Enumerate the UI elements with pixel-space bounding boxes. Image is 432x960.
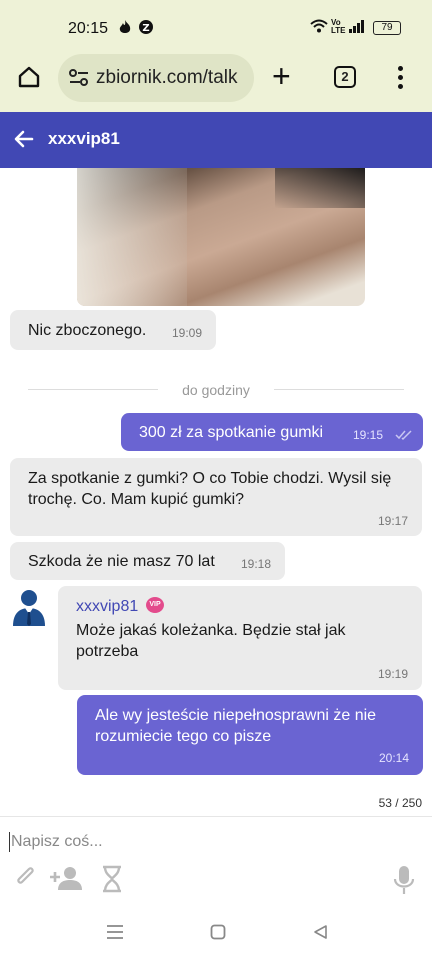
chat-header: xxxvip81 (0, 112, 432, 168)
signal-icon (348, 19, 366, 36)
hourglass-icon[interactable] (101, 865, 123, 898)
message-time: 19:09 (172, 326, 203, 340)
more-icon[interactable] (398, 66, 406, 93)
back-arrow-icon[interactable] (12, 127, 36, 156)
message-time: 19:15 (353, 428, 384, 442)
nav-menu-icon[interactable] (106, 924, 124, 945)
wifi-icon (310, 19, 328, 36)
message-incoming[interactable]: xxxvip81 VIP Może jakaś koleżanka. Będzi… (58, 586, 422, 690)
message-incoming[interactable]: Za spotkanie z gumki? O co Tobie chodzi.… (10, 458, 422, 536)
message-time: 19:17 (378, 514, 409, 528)
message-incoming[interactable]: Nic zboczonego. 19:09 (10, 310, 216, 350)
photo-shadow (275, 168, 365, 208)
message-text: Nic zboczonego. (28, 322, 147, 339)
flame-icon (116, 19, 134, 38)
message-input[interactable]: Napisz coś... (9, 832, 309, 852)
url-text[interactable]: zbiornik.com/talk (96, 67, 252, 89)
photo-shade (77, 168, 187, 306)
sender-name[interactable]: xxxvip81 (76, 596, 138, 617)
attach-icon[interactable] (14, 865, 38, 896)
message-incoming[interactable]: Szkoda że nie masz 70 lat 19:18 (10, 542, 285, 580)
microphone-icon[interactable] (392, 865, 416, 900)
add-person-icon[interactable] (48, 865, 84, 896)
message-outgoing[interactable]: 300 zł za spotkanie gumki 19:15 (121, 413, 423, 451)
message-time: 19:19 (378, 667, 409, 681)
tune-icon[interactable] (68, 68, 90, 93)
char-counter: 53 / 250 (378, 796, 422, 810)
message-text: Szkoda że nie masz 70 lat (28, 553, 215, 570)
url-bar[interactable]: zbiornik.com/talk (58, 54, 254, 102)
double-check-icon (395, 426, 413, 447)
tabs-icon[interactable]: 2 (334, 66, 356, 88)
status-bar: 20:15 Z Vo LTE 79 (0, 0, 432, 54)
status-time: 20:15 (68, 20, 109, 37)
message-composer: Napisz coś... (0, 816, 432, 904)
nav-back-icon[interactable] (312, 924, 328, 945)
message-text: Ale wy jesteście niepełnosprawni że nie … (95, 707, 377, 745)
battery-indicator: 79 (373, 21, 401, 35)
home-icon[interactable] (16, 64, 42, 90)
date-divider: do godziny (28, 382, 404, 398)
user-avatar-icon[interactable] (8, 584, 50, 626)
plus-icon[interactable]: + (272, 60, 291, 92)
divider-line (274, 389, 404, 390)
message-time: 19:18 (241, 557, 272, 571)
message-outgoing[interactable]: Ale wy jesteście niepełnosprawni że nie … (77, 695, 423, 775)
message-time: 20:14 (379, 751, 410, 765)
nav-home-icon[interactable] (210, 924, 226, 945)
message-text: 300 zł za spotkanie gumki (139, 424, 324, 441)
divider-label: do godziny (182, 382, 250, 398)
volte-icon: Vo LTE (331, 18, 346, 35)
message-text: Może jakaś koleżanka. Będzie stał jak po… (76, 622, 346, 660)
shared-photo[interactable] (77, 168, 365, 306)
message-list[interactable]: Nic zboczonego. 19:09 do godziny 300 zł … (0, 168, 432, 816)
message-text: Za spotkanie z gumki? O co Tobie chodzi.… (28, 470, 392, 508)
browser-toolbar: zbiornik.com/talk + 2 (0, 54, 432, 112)
chat-title[interactable]: xxxvip81 (48, 129, 120, 149)
vip-badge: VIP (146, 597, 164, 613)
app-notification-icon: Z (138, 19, 154, 38)
system-nav-bar (0, 904, 432, 960)
svg-text:Z: Z (142, 23, 149, 34)
